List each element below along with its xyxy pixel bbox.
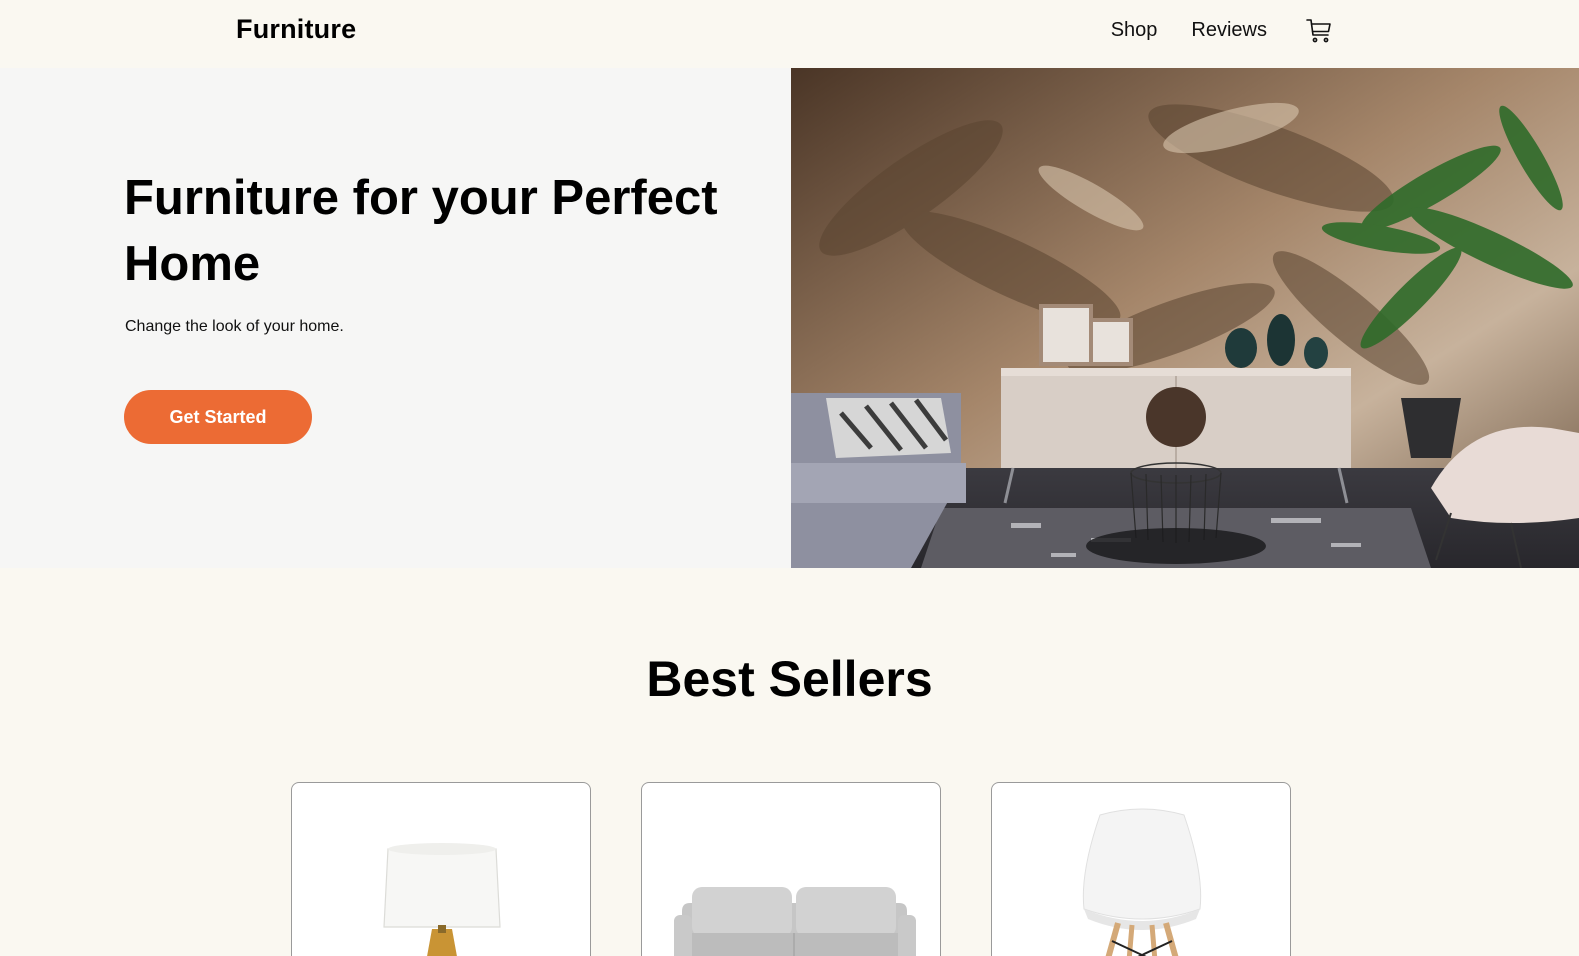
table-lamp-image — [383, 843, 501, 956]
hero-subtitle: Change the look of your home. — [125, 318, 344, 335]
site-header: Furniture Shop Reviews — [0, 0, 1579, 68]
nav-link-shop[interactable]: Shop — [1111, 19, 1158, 42]
hero-title: Furniture for your Perfect Home — [124, 171, 718, 291]
product-card[interactable] — [641, 782, 941, 956]
product-card[interactable] — [291, 782, 591, 956]
living-room-photo — [791, 68, 1579, 568]
white-chair-image — [1082, 808, 1202, 956]
main-nav: Shop Reviews — [1111, 16, 1333, 44]
hero-section: Furniture for your Perfect Home Change t… — [0, 68, 1579, 568]
site-logo[interactable]: Furniture — [236, 14, 356, 45]
product-card[interactable] — [991, 782, 1291, 956]
product-grid — [291, 782, 1291, 956]
best-sellers-title: Best Sellers — [646, 651, 933, 707]
shopping-cart-icon[interactable] — [1305, 16, 1333, 44]
get-started-button[interactable]: Get Started — [124, 390, 312, 444]
nav-link-reviews[interactable]: Reviews — [1191, 19, 1267, 42]
hero-text-panel: Furniture for your Perfect Home Change t… — [0, 68, 791, 568]
grey-sofa-image — [674, 887, 916, 956]
